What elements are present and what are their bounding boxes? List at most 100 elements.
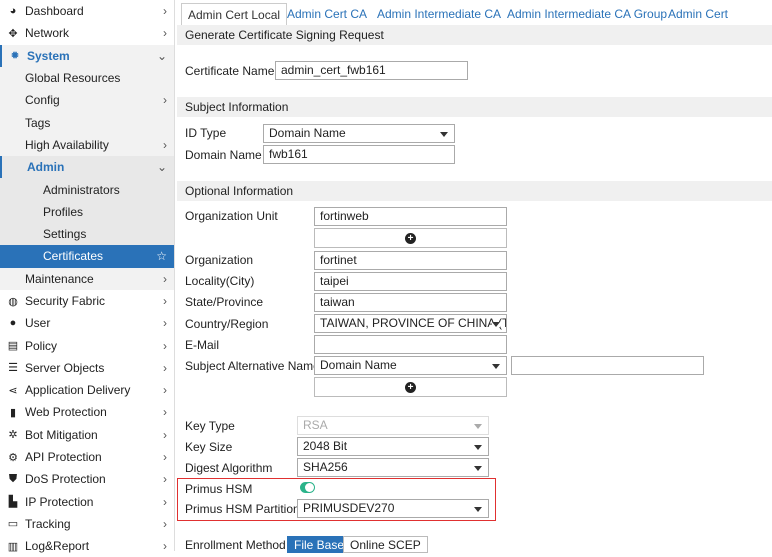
sidebar-item-web-protection[interactable]: ▮ Web Protection › — [0, 401, 174, 423]
sidebar: ◕ Dashboard › ✥ Network › ✹ System ⌄ Global Re… — [0, 0, 175, 553]
enrollment-label: Enrollment Method — [185, 538, 286, 552]
partition-value: PRIMUSDEV270 — [303, 501, 395, 515]
plus-icon: + — [405, 232, 416, 244]
ip-icon: ▙ — [8, 496, 18, 509]
sidebar-item-admin[interactable]: Admin ⌄ — [0, 156, 174, 179]
id-type-select[interactable]: Domain Name — [263, 124, 455, 143]
delivery-icon: ⋖ — [8, 384, 18, 397]
sidebar-item-administrators[interactable]: Administrators — [0, 178, 174, 201]
partition-label: Primus HSM Partition — [185, 502, 300, 516]
gear-icon: ✹ — [10, 50, 20, 63]
chevron-right-icon: › — [163, 405, 167, 420]
caret-down-icon — [492, 364, 500, 369]
policy-icon: ▤ — [7, 340, 19, 353]
partition-select[interactable]: PRIMUSDEV270 — [297, 499, 489, 518]
org-unit-label: Organization Unit — [185, 209, 278, 223]
sidebar-item-security-fabric[interactable]: ◍ Security Fabric › — [0, 290, 174, 312]
primus-hsm-toggle[interactable] — [300, 482, 315, 493]
id-type-value: Domain Name — [269, 126, 346, 140]
tab-admin-cert-ca[interactable]: Admin Cert CA — [287, 3, 367, 26]
sidebar-item-policy[interactable]: ▤ Policy › — [0, 334, 174, 356]
key-size-label: Key Size — [185, 440, 233, 454]
sidebar-item-tracking[interactable]: ▭ Tracking › — [0, 513, 174, 535]
tab-admin-cert-remote[interactable]: Admin Cert Remote — [668, 3, 772, 43]
org-unit-input[interactable]: fortinweb — [314, 207, 507, 226]
user-icon: ● — [9, 317, 17, 330]
organization-input[interactable]: fortinet — [314, 251, 507, 270]
email-label: E-Mail — [185, 338, 220, 352]
chevron-right-icon: › — [163, 137, 167, 152]
sidebar-item-global-resources[interactable]: Global Resources — [0, 66, 174, 90]
domain-name-label: Domain Name — [185, 148, 262, 162]
locality-label: Locality(City) — [185, 274, 255, 288]
bot-icon: ✲ — [8, 429, 18, 442]
sidebar-item-ip-protection[interactable]: ▙ IP Protection › — [0, 491, 174, 513]
sidebar-item-server-objects[interactable]: ☰ Server Objects › — [0, 357, 174, 379]
digest-value: SHA256 — [303, 460, 348, 474]
email-input[interactable] — [314, 335, 507, 354]
server-icon: ☰ — [8, 362, 18, 375]
key-type-select: RSA — [297, 416, 489, 435]
chevron-right-icon: › — [163, 294, 167, 308]
san-value-input[interactable] — [511, 356, 704, 375]
sidebar-item-profiles[interactable]: Profiles — [0, 200, 174, 223]
sidebar-item-settings[interactable]: Settings — [0, 222, 174, 246]
add-san-button[interactable]: + — [314, 377, 507, 397]
fabric-icon: ◍ — [8, 295, 18, 308]
country-select[interactable]: TAIWAN, PROVINCE OF CHINA (TW) — [314, 314, 507, 333]
sidebar-item-tags[interactable]: Tags — [0, 111, 174, 134]
chevron-right-icon: › — [163, 494, 167, 509]
state-input[interactable]: taiwan — [314, 293, 507, 312]
sidebar-item-dashboard[interactable]: ◕ Dashboard › — [0, 0, 174, 22]
sidebar-item-application-delivery[interactable]: ⋖ Application Delivery › — [0, 379, 174, 401]
tab-bar: Admin Cert Local Admin Cert CA Admin Int… — [177, 0, 772, 43]
sidebar-item-config[interactable]: Config › — [0, 89, 174, 112]
country-value: TAIWAN, PROVINCE OF CHINA (TW) — [320, 316, 507, 330]
key-type-label: Key Type — [185, 419, 235, 433]
chevron-right-icon: › — [163, 338, 167, 353]
sidebar-item-system[interactable]: ✹ System ⌄ — [0, 44, 174, 67]
locality-input[interactable]: taipei — [314, 272, 507, 291]
sidebar-item-log-report[interactable]: ▥ Log&Report › — [0, 535, 174, 557]
sidebar-item-dos-protection[interactable]: ⛊ DoS Protection › — [0, 468, 174, 490]
san-type-select[interactable]: Domain Name — [314, 356, 507, 375]
section-optional-header: Optional Information — [177, 181, 772, 201]
san-type-value: Domain Name — [320, 358, 397, 372]
network-icon: ✥ — [8, 27, 18, 40]
tracking-icon: ▭ — [7, 518, 19, 531]
domain-name-input[interactable]: fwb161 — [263, 145, 455, 164]
id-type-label: ID Type — [185, 126, 227, 140]
digest-select[interactable]: SHA256 — [297, 458, 489, 477]
sidebar-item-bot-mitigation[interactable]: ✲ Bot Mitigation › — [0, 424, 174, 446]
plus-icon: + — [405, 381, 416, 393]
caret-down-icon — [440, 132, 448, 137]
sidebar-item-network[interactable]: ✥ Network › — [0, 22, 174, 44]
key-size-value: 2048 Bit — [303, 439, 348, 453]
sidebar-item-api-protection[interactable]: ⚙ API Protection › — [0, 446, 174, 468]
tab-admin-cert-local[interactable]: Admin Cert Local — [181, 3, 288, 26]
sidebar-item-maintenance[interactable]: Maintenance › — [0, 267, 174, 290]
key-type-value: RSA — [303, 418, 328, 432]
sidebar-item-user[interactable]: ● User › — [0, 312, 174, 334]
tab-admin-intermediate-ca-group[interactable]: Admin Intermediate CA Group — [507, 3, 667, 26]
key-size-select[interactable]: 2048 Bit — [297, 437, 489, 456]
enroll-online-scep-button[interactable]: Online SCEP — [343, 536, 428, 553]
chevron-right-icon: › — [163, 516, 167, 531]
sidebar-item-certificates[interactable]: Certificates ☆ — [0, 245, 174, 268]
primus-hsm-label: Primus HSM — [185, 482, 253, 496]
country-label: Country/Region — [185, 317, 269, 331]
organization-label: Organization — [185, 253, 254, 267]
cert-name-input[interactable]: admin_cert_fwb161 — [275, 61, 468, 80]
state-label: State/Province — [185, 295, 264, 309]
star-icon[interactable]: ☆ — [156, 249, 167, 263]
api-icon: ⚙ — [8, 451, 18, 464]
shield-icon: ⛊ — [8, 472, 18, 485]
add-org-unit-button[interactable]: + — [314, 228, 507, 248]
section-csr-header: Generate Certificate Signing Request — [177, 25, 772, 45]
chevron-right-icon: › — [163, 26, 167, 41]
sidebar-item-high-availability[interactable]: High Availability › — [0, 133, 174, 157]
caret-down-icon — [474, 466, 482, 471]
digest-label: Digest Algorithm — [185, 461, 273, 475]
tab-admin-intermediate-ca[interactable]: Admin Intermediate CA — [377, 3, 501, 26]
lock-icon: ▮ — [9, 406, 17, 419]
